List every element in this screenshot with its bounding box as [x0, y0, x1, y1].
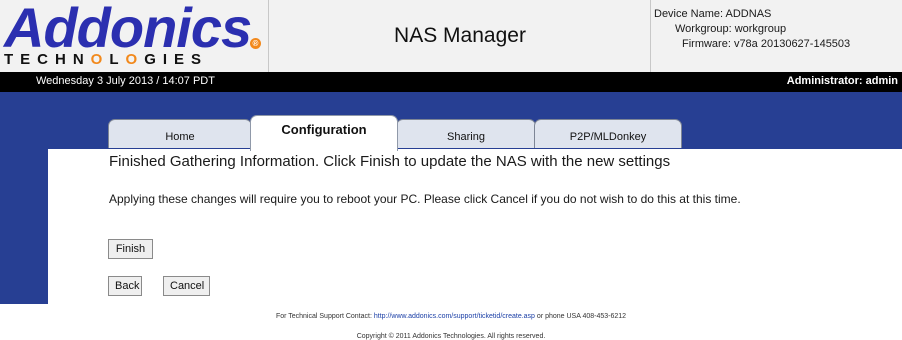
finish-button[interactable]: Finish [108, 239, 153, 259]
reboot-message: Applying these changes will require you … [109, 192, 741, 206]
logo-wordmark: Addonics [4, 0, 252, 59]
support-line: For Technical Support Contact: http://ww… [0, 313, 902, 320]
header: Addonics ® TECHNOLOGIES NAS Manager Devi… [0, 0, 902, 73]
support-link[interactable]: http://www.addonics.com/support/ticketid… [374, 313, 535, 320]
tab-bar: Home Sharing P2P/MLDonkey Configuration [104, 115, 704, 151]
addonics-logo: Addonics ® TECHNOLOGIES [4, 0, 266, 68]
header-divider [650, 0, 651, 72]
copyright: Copyright © 2011 Addonics Technologies. … [356, 333, 546, 340]
main-content: Finished Gathering Information. Click Fi… [48, 150, 902, 304]
device-info: Device Name: ADDNAS Workgroup: workgroup… [652, 7, 900, 52]
header-divider [268, 0, 269, 72]
tab-configuration[interactable]: Configuration [250, 115, 398, 151]
date-time: Wednesday 3 July 2013 / 14:07 PDT [36, 75, 215, 87]
back-button[interactable]: Back [108, 276, 142, 296]
tab-sharing[interactable]: Sharing [396, 119, 536, 148]
cancel-button[interactable]: Cancel [163, 276, 210, 296]
tab-home[interactable]: Home [108, 119, 252, 148]
firmware: Firmware: v78a 20130627-145503 [682, 38, 851, 50]
tab-p2p-mldonkey[interactable]: P2P/MLDonkey [534, 119, 682, 148]
status-bar: Wednesday 3 July 2013 / 14:07 PDT Admini… [0, 72, 902, 92]
logged-in-user: Administrator: admin [786, 75, 898, 87]
left-sidebar-band [0, 92, 48, 304]
workgroup: Workgroup: workgroup [675, 23, 787, 35]
support-prefix: For Technical Support Contact: [275, 313, 372, 320]
app-title: NAS Manager [394, 24, 526, 47]
registered-mark-icon: ® [250, 38, 261, 49]
logo-tagline: TECHNOLOGIES [4, 51, 209, 68]
page-heading: Finished Gathering Information. Click Fi… [109, 153, 671, 170]
device-name: Device Name: ADDNAS [654, 8, 772, 20]
support-phone: or phone USA 408-453-6212 [536, 313, 627, 320]
